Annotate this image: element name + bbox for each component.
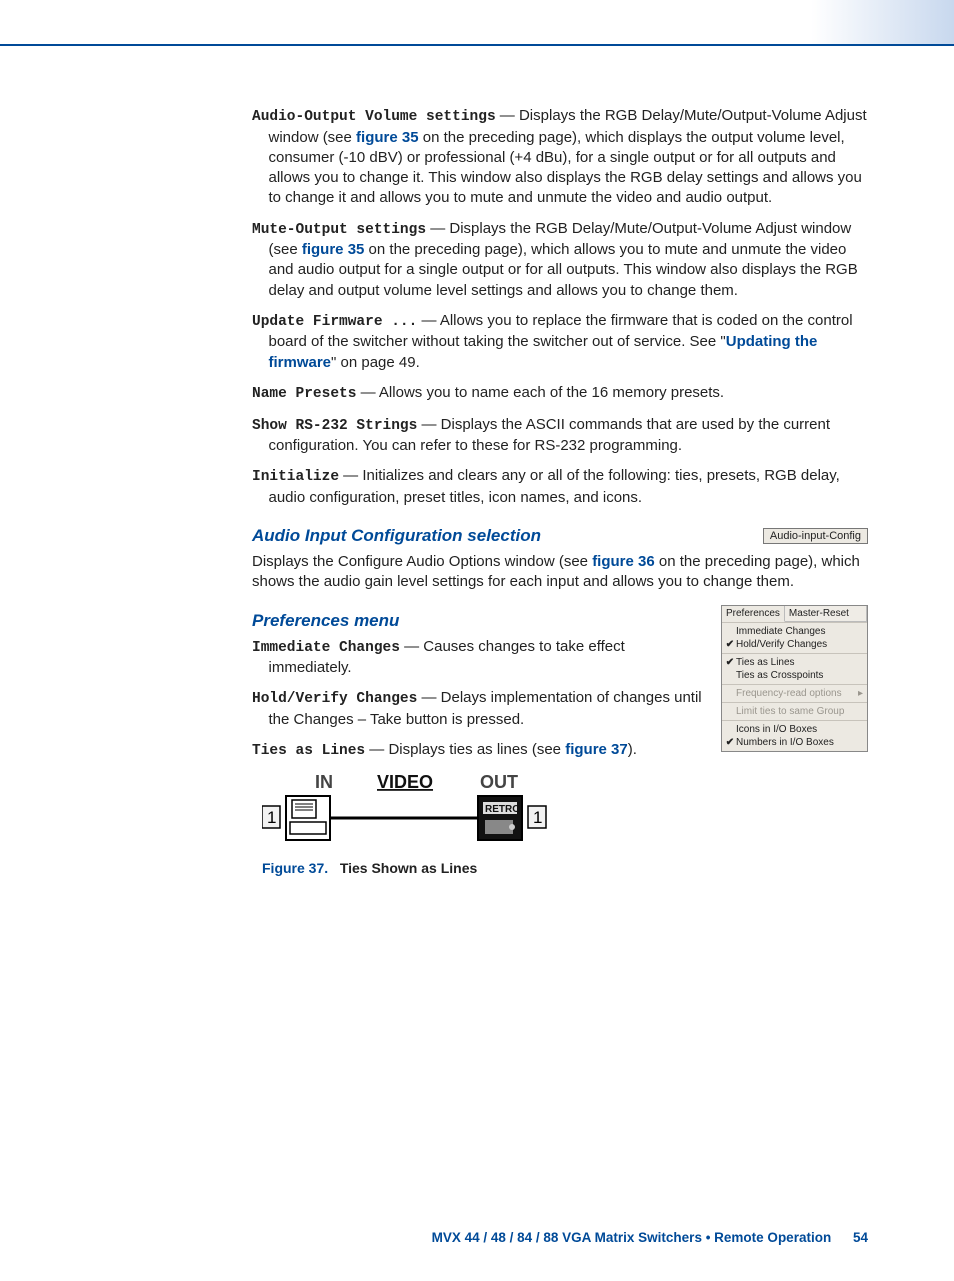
figure-37-caption: Figure 37. Ties Shown as Lines — [262, 860, 868, 876]
pref-row[interactable]: Icons in I/O Boxes — [722, 723, 867, 736]
pref-row: Frequency-read options ▸ — [722, 687, 867, 700]
pref-row-label: Ties as Lines — [736, 657, 795, 668]
footer-text: MVX 44 / 48 / 84 / 88 VGA Matrix Switche… — [432, 1230, 832, 1245]
pref-row[interactable]: Ties as Crosspoints — [722, 669, 867, 682]
pref-row-label: Immediate Changes — [736, 626, 826, 637]
text: Displays the Configure Audio Options win… — [252, 553, 592, 570]
tab-master-reset[interactable]: Master-Reset — [785, 606, 867, 622]
term: Name Presets — [252, 386, 356, 402]
figure-number: Figure 37. — [262, 860, 328, 876]
pref-row-label: Limit ties to same Group — [736, 706, 844, 717]
term: Show RS-232 Strings — [252, 418, 417, 434]
pref-row-label: Ties as Crosspoints — [736, 670, 823, 681]
link-figure-35[interactable]: figure 35 — [356, 129, 419, 146]
label-video: VIDEO — [377, 772, 433, 792]
pref-row-label: Numbers in I/O Boxes — [736, 737, 834, 748]
item-name-presets: Name Presets — Allows you to name each o… — [252, 383, 868, 405]
text: — Allows you to name each of the 16 memo… — [356, 384, 724, 401]
check-icon: ✔ — [724, 657, 736, 668]
submenu-arrow-icon: ▸ — [858, 688, 863, 699]
text: — Initializes and clears any or all of t… — [269, 467, 840, 506]
footer-page-number: 54 — [853, 1230, 868, 1245]
figure-37: IN VIDEO OUT 1 RETRO 1 Figur — [262, 772, 868, 876]
label-out: OUT — [480, 772, 518, 792]
keyboard-icon — [290, 822, 326, 834]
item-update-firmware: Update Firmware ... — Allows you to repl… — [252, 311, 868, 373]
out-number: 1 — [533, 808, 542, 827]
term: Initialize — [252, 469, 339, 485]
button-audio-input-config[interactable]: Audio-input-Config — [763, 528, 868, 544]
label-in: IN — [315, 772, 333, 792]
item-initialize: Initialize — Initializes and clears any … — [252, 466, 868, 508]
pref-row[interactable]: Immediate Changes — [722, 625, 867, 638]
pref-row: Limit ties to same Group — [722, 705, 867, 718]
item-mute-output: Mute-Output settings — Displays the RGB … — [252, 219, 868, 301]
in-number: 1 — [267, 808, 276, 827]
pref-row[interactable]: ✔Numbers in I/O Boxes — [722, 736, 867, 749]
header-gradient-bar — [0, 0, 954, 46]
term: Mute-Output settings — [252, 222, 426, 238]
text: — Displays ties as lines (see — [365, 741, 565, 758]
figure-37-svg: IN VIDEO OUT 1 RETRO 1 — [262, 772, 562, 850]
term: Hold/Verify Changes — [252, 691, 417, 707]
item-audio-output-volume: Audio-Output Volume settings — Displays … — [252, 106, 868, 209]
tab-preferences[interactable]: Preferences — [722, 606, 785, 622]
text: ). — [628, 741, 637, 758]
check-icon: ✔ — [724, 639, 736, 650]
item-show-rs232: Show RS-232 Strings — Displays the ASCII… — [252, 415, 868, 457]
preferences-menu-screenshot: Preferences Master-Reset Immediate Chang… — [721, 605, 868, 752]
term: Ties as Lines — [252, 743, 365, 759]
text: " on page 49. — [331, 354, 420, 371]
link-figure-36[interactable]: figure 36 — [592, 553, 655, 570]
pref-row[interactable]: ✔Hold/Verify Changes — [722, 638, 867, 651]
page-footer: MVX 44 / 48 / 84 / 88 VGA Matrix Switche… — [432, 1230, 868, 1245]
para-audio-input-config: Displays the Configure Audio Options win… — [252, 552, 868, 593]
link-figure-35[interactable]: figure 35 — [302, 241, 365, 258]
term: Update Firmware ... — [252, 314, 417, 330]
term: Audio-Output Volume settings — [252, 109, 496, 125]
term: Immediate Changes — [252, 640, 400, 656]
check-icon: ✔ — [724, 737, 736, 748]
retro-label: RETRO — [485, 804, 520, 815]
figure-title: Ties Shown as Lines — [340, 860, 477, 876]
pref-row-label: Frequency-read options — [736, 688, 842, 699]
monitor-icon — [292, 800, 316, 818]
pref-row-label: Hold/Verify Changes — [736, 639, 827, 650]
link-figure-37[interactable]: figure 37 — [565, 741, 628, 758]
pref-row[interactable]: ✔Ties as Lines — [722, 656, 867, 669]
pref-row-label: Icons in I/O Boxes — [736, 724, 817, 735]
